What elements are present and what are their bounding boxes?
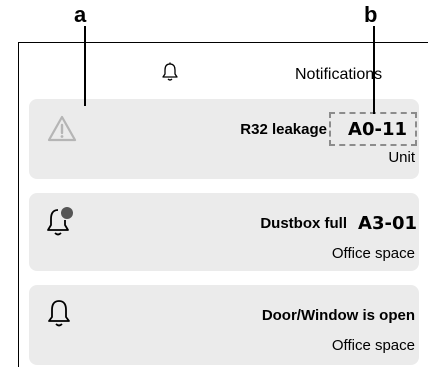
- notification-title: Dustbox full: [260, 215, 347, 232]
- error-code: A0-11: [348, 119, 407, 140]
- page-title: Notifications: [295, 66, 383, 83]
- callout-leader-b: [373, 26, 375, 114]
- callout-label-b: b: [364, 2, 378, 27]
- notification-card[interactable]: Door/Window is open Office space: [29, 285, 419, 365]
- notification-location: Office space: [331, 337, 415, 354]
- notification-title: Door/Window is open: [261, 307, 415, 324]
- notification-card[interactable]: Dustbox full A3-01 Office space: [29, 193, 419, 271]
- callout-leader-a: [84, 26, 86, 106]
- notification-card[interactable]: R32 leakage A0-11 Unit: [29, 99, 419, 179]
- bell-icon: [162, 62, 178, 81]
- notification-location: Office space: [331, 245, 415, 262]
- notifications-header: Notifications: [19, 43, 428, 97]
- notifications-screen: Notifications R32 leakage A0-11 Unit Dus…: [18, 42, 428, 367]
- notification-location: Unit: [388, 149, 415, 166]
- notification-title: R32 leakage: [240, 121, 327, 138]
- callout-label-a: a: [74, 2, 87, 27]
- error-code: A3-01: [358, 213, 417, 234]
- warning-triangle-icon: [47, 115, 77, 142]
- bell-icon: [48, 300, 70, 327]
- bell-with-dot-icon: [47, 207, 73, 236]
